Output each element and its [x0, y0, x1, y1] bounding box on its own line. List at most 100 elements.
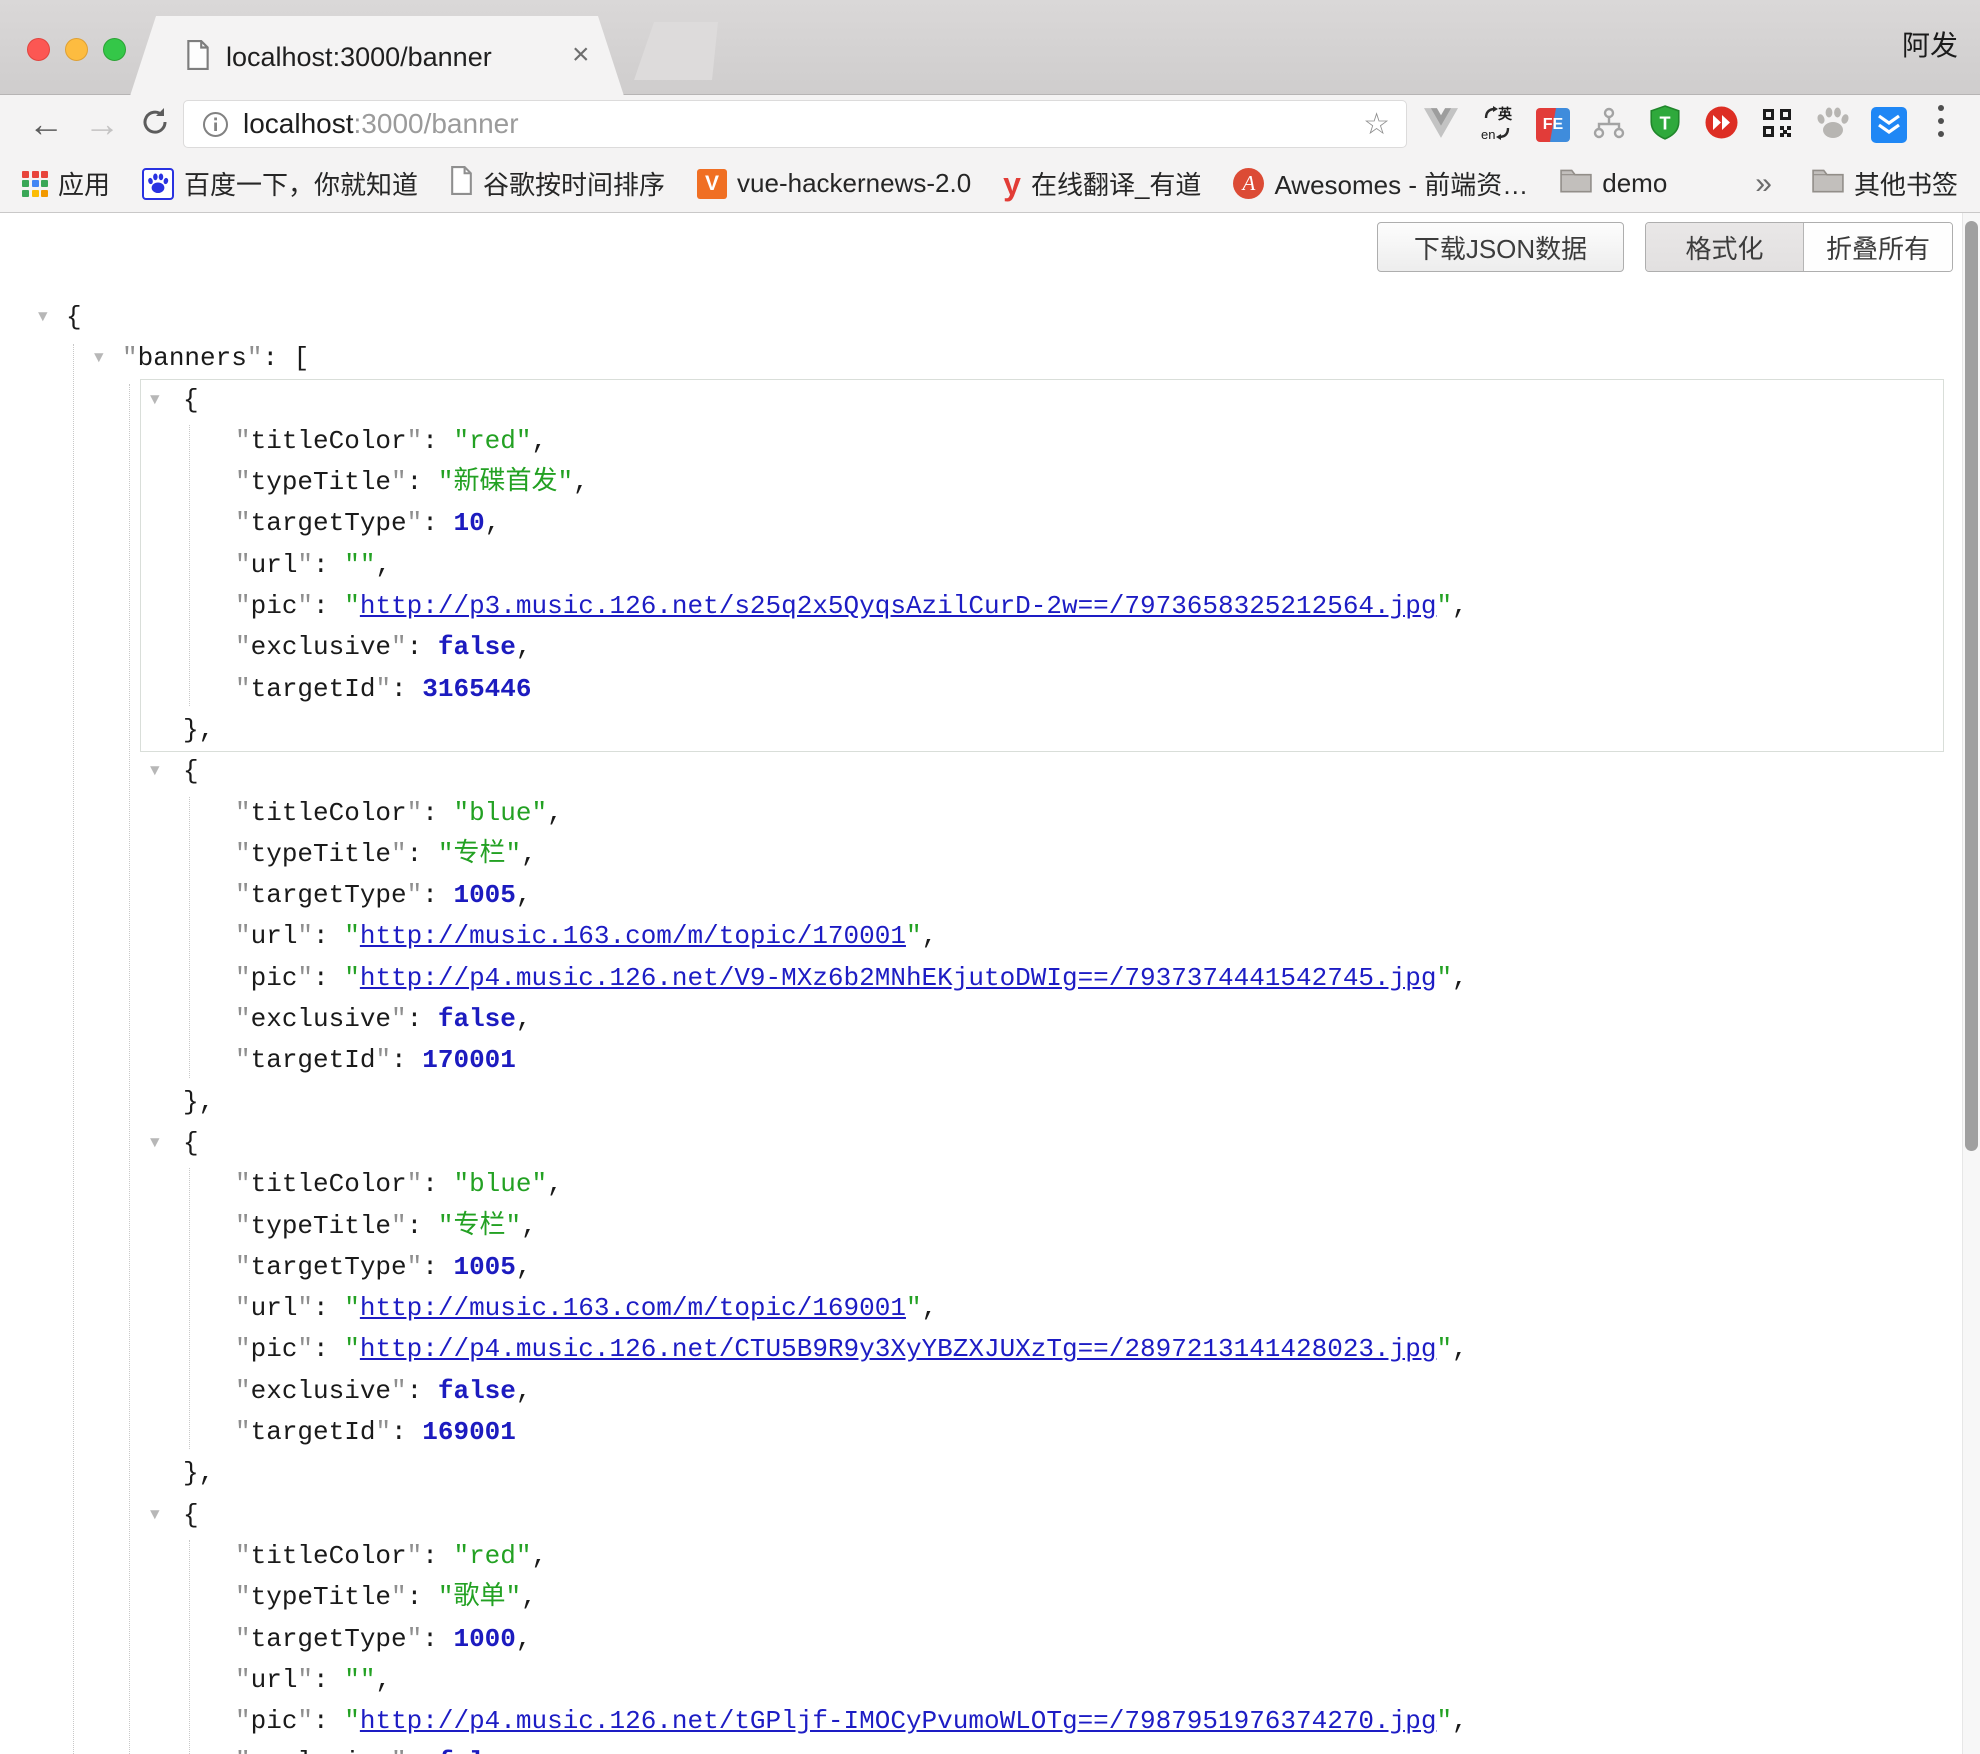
browser-window: localhost:3000/banner × 阿发 ← → localhost…: [0, 0, 1980, 1754]
forward-icon: →: [84, 102, 120, 146]
collapse-toggle-icon[interactable]: ▼: [38, 297, 48, 338]
active-tab[interactable]: localhost:3000/banner ×: [130, 16, 624, 96]
json-line: "typeTitle": "歌单",: [0, 1577, 1962, 1618]
json-line: "targetType": 1005,: [0, 875, 1962, 916]
address-bar[interactable]: localhost:3000/banner ☆: [183, 100, 1407, 148]
tab-close-icon[interactable]: ×: [572, 38, 590, 72]
bookmark-item[interactable]: 百度一下，你就知道: [142, 165, 418, 202]
tab-title: localhost:3000/banner: [226, 42, 492, 73]
collapse-all-button[interactable]: 折叠所有: [1804, 223, 1952, 271]
json-key: typeTitle: [251, 1211, 391, 1241]
bookmark-label: 在线翻译_有道: [1031, 165, 1201, 202]
json-line: },: [0, 1453, 1962, 1494]
json-link[interactable]: http://p4.music.126.net/tGPljf-IMOCyPvum…: [360, 1706, 1437, 1736]
bookmarks-overflow-icon[interactable]: »: [1755, 167, 1772, 201]
baidu-paw-icon: [142, 168, 174, 200]
back-icon[interactable]: ←: [28, 102, 64, 146]
json-key: banners: [138, 343, 247, 373]
json-number-value: 3165446: [422, 674, 531, 704]
bookmark-item[interactable]: demo: [1560, 167, 1667, 200]
json-line: },: [0, 710, 1962, 751]
bookmark-item[interactable]: Vvue-hackernews-2.0: [697, 168, 971, 199]
json-line: ▼{: [0, 297, 1962, 338]
minimize-window-button[interactable]: [65, 38, 88, 61]
json-link[interactable]: http://p4.music.126.net/V9-MXz6b2MNhEKju…: [360, 963, 1437, 993]
org-chart-icon[interactable]: [1589, 105, 1629, 145]
collapse-toggle-icon[interactable]: ▼: [150, 751, 160, 792]
translate-icon[interactable]: 英en: [1477, 105, 1517, 145]
json-line: "targetId": 170001: [0, 1040, 1962, 1081]
json-key: targetId: [251, 674, 376, 704]
browser-menu-icon[interactable]: [1938, 105, 1944, 137]
new-tab-button[interactable]: [634, 22, 718, 80]
collapse-toggle-icon[interactable]: ▼: [94, 338, 104, 379]
json-number-value: 169001: [422, 1417, 516, 1447]
json-key: targetType: [251, 508, 407, 538]
qr-code-icon[interactable]: [1757, 105, 1797, 145]
json-key: targetType: [251, 880, 407, 910]
maximize-window-button[interactable]: [103, 38, 126, 61]
json-link[interactable]: http://music.163.com/m/topic/169001: [360, 1293, 906, 1323]
vue-square-icon: V: [697, 169, 727, 199]
json-line: "titleColor": "red",: [0, 421, 1962, 462]
close-window-button[interactable]: [27, 38, 50, 61]
json-string-value: "新碟首发": [438, 467, 573, 497]
bookmark-label: 应用: [58, 165, 110, 202]
reload-icon[interactable]: [138, 105, 172, 149]
json-string-value: "": [344, 550, 375, 580]
json-link[interactable]: http://p4.music.126.net/CTU5B9R9y3XyYBZX…: [360, 1334, 1437, 1364]
json-link[interactable]: http://p3.music.126.net/s25q2x5QyqsAzilC…: [360, 591, 1437, 621]
json-key: titleColor: [251, 798, 407, 828]
collapse-toggle-icon[interactable]: ▼: [150, 1495, 160, 1536]
json-boolean-value: false: [438, 1004, 516, 1034]
browser-toolbar: ← → localhost:3000/banner ☆ 英en FE T: [0, 95, 1980, 155]
json-string-value: "blue": [453, 1169, 547, 1199]
folder-icon: [1812, 167, 1844, 200]
paw-icon[interactable]: [1813, 105, 1853, 145]
download-manager-icon[interactable]: [1869, 105, 1909, 145]
json-line: "exclusive": false,: [0, 999, 1962, 1040]
json-line: "targetId": 3165446: [0, 669, 1962, 710]
bookmark-item[interactable]: 应用: [22, 165, 110, 202]
json-key: url: [251, 1665, 298, 1695]
json-string-value: "blue": [453, 798, 547, 828]
view-mode-button-group: 格式化 折叠所有: [1645, 222, 1953, 272]
json-key: typeTitle: [251, 1582, 391, 1612]
folder-icon: [1560, 167, 1592, 200]
fast-forward-icon[interactable]: [1701, 105, 1741, 145]
json-line: "url": "",: [0, 1660, 1962, 1701]
download-json-button[interactable]: 下载JSON数据: [1377, 222, 1624, 272]
scrollbar-thumb[interactable]: [1965, 221, 1978, 1151]
json-string-value: "专栏": [438, 1211, 521, 1241]
page-scrollbar[interactable]: [1962, 213, 1980, 1754]
json-key: pic: [251, 1706, 298, 1736]
bookmark-item[interactable]: y在线翻译_有道: [1003, 165, 1201, 202]
fe-helper-icon[interactable]: FE: [1533, 105, 1573, 145]
bookmark-item[interactable]: A Awesomes - 前端资…: [1233, 165, 1528, 202]
json-key: typeTitle: [251, 467, 391, 497]
awesomes-icon: A: [1233, 168, 1264, 199]
bookmark-item[interactable]: 谷歌按时间排序: [450, 165, 665, 202]
collapse-toggle-icon[interactable]: ▼: [150, 1123, 160, 1164]
vue-devtools-icon[interactable]: [1421, 105, 1461, 145]
bookmark-star-icon[interactable]: ☆: [1363, 107, 1390, 142]
json-number-value: 1000: [453, 1624, 515, 1654]
json-line: "pic": "http://p4.music.126.net/V9-MXz6b…: [0, 958, 1962, 999]
json-boolean-value: false: [438, 632, 516, 662]
page-icon: [450, 166, 473, 202]
format-button[interactable]: 格式化: [1646, 223, 1804, 271]
json-line: "pic": "http://p3.music.126.net/s25q2x5Q…: [0, 586, 1962, 627]
bookmark-label: 百度一下，你就知道: [184, 165, 418, 202]
tampermonkey-icon[interactable]: T: [1645, 105, 1685, 145]
collapse-toggle-icon[interactable]: ▼: [150, 380, 160, 421]
json-line: ▼{: [0, 380, 1962, 421]
profile-name[interactable]: 阿发: [1902, 24, 1958, 64]
page-info-icon[interactable]: [202, 111, 229, 138]
json-line: "targetType": 10,: [0, 503, 1962, 544]
bookmark-label: Awesomes - 前端资…: [1274, 165, 1528, 202]
json-line: "url": "http://music.163.com/m/topic/170…: [0, 916, 1962, 957]
json-link[interactable]: http://music.163.com/m/topic/170001: [360, 921, 906, 951]
json-key: url: [251, 550, 298, 580]
json-key: titleColor: [251, 1541, 407, 1571]
other-bookmarks-folder[interactable]: 其他书签: [1812, 165, 1958, 202]
